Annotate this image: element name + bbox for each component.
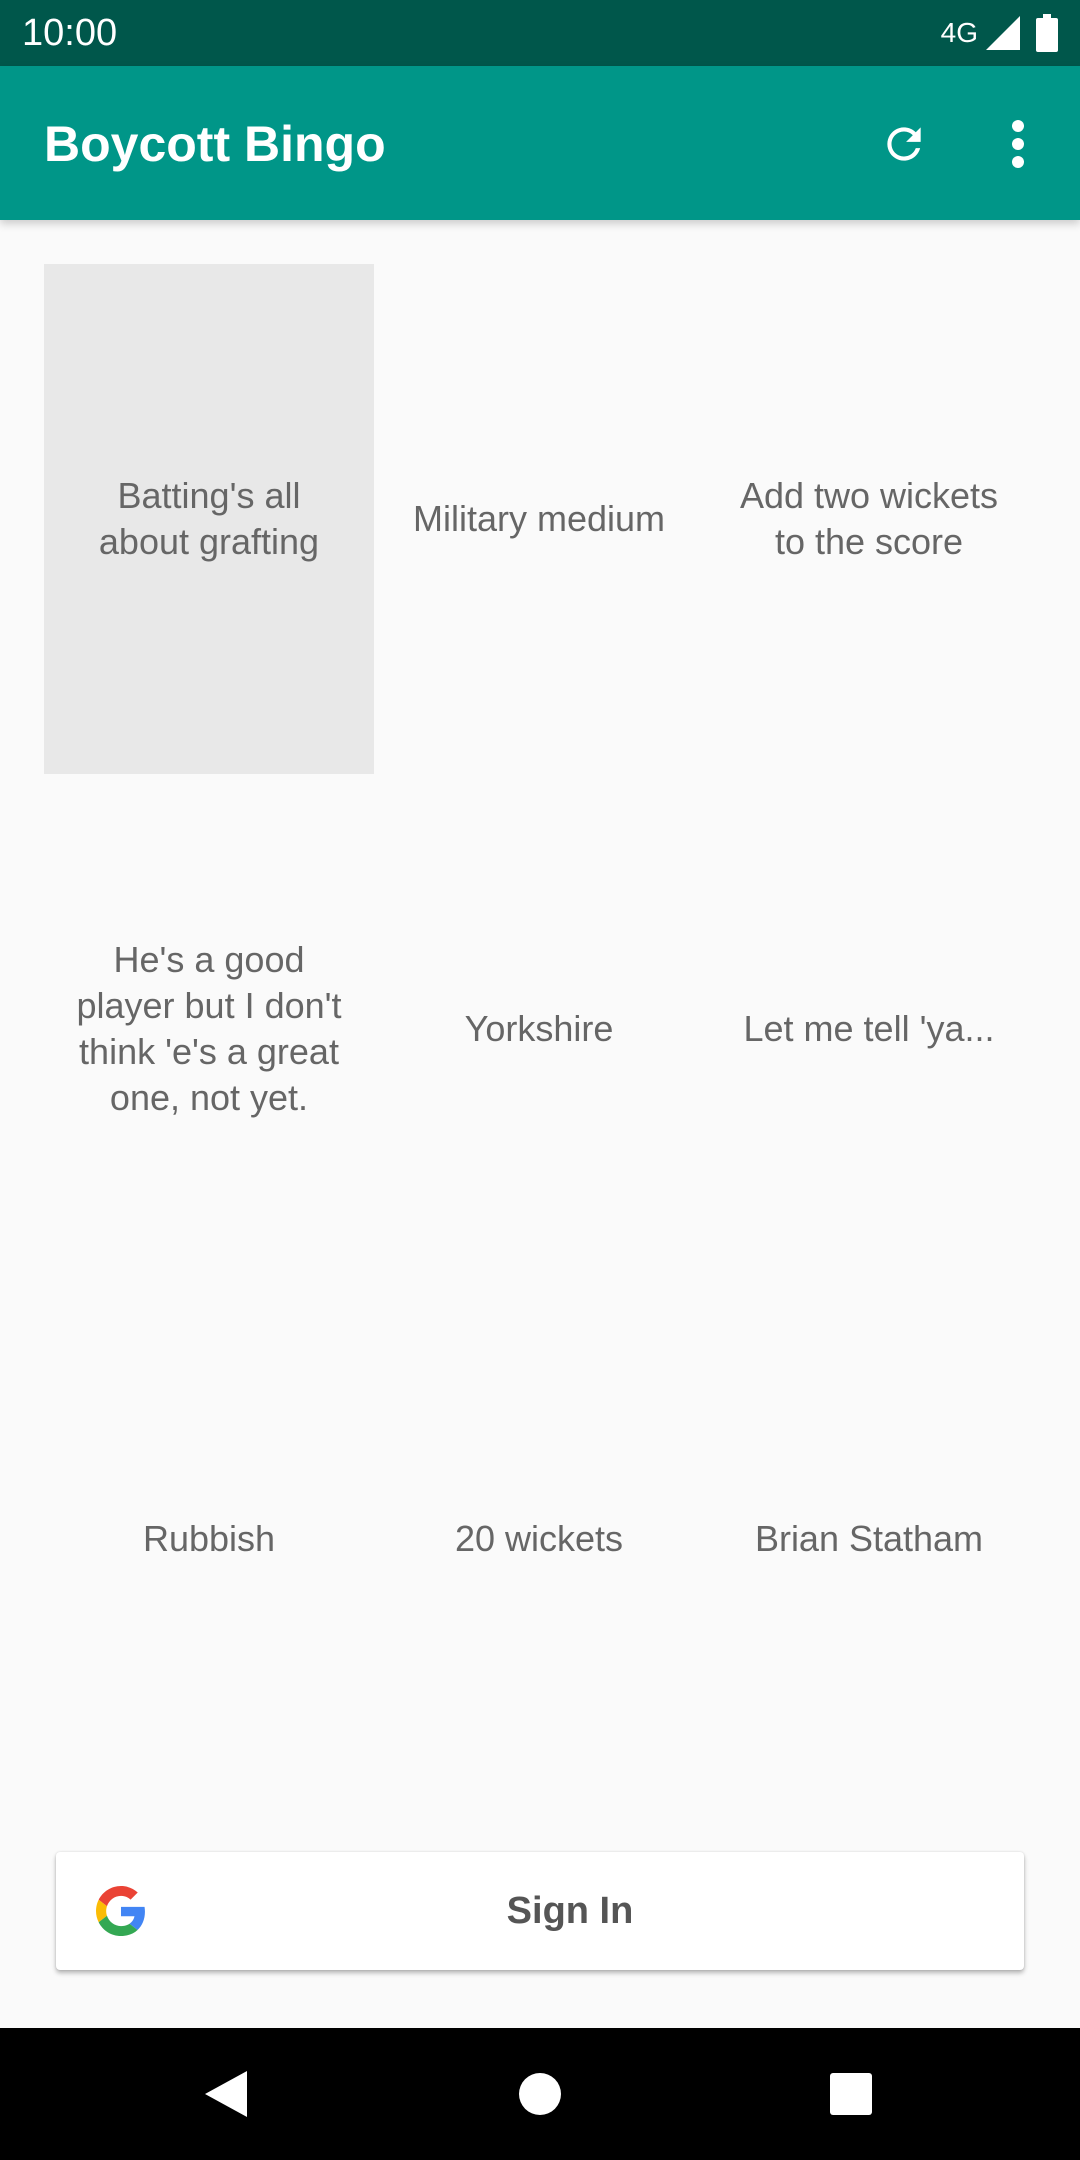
bingo-cell-label: 20 wickets [454,1518,624,1559]
app-bar: Boycott Bingo [0,66,1080,220]
bingo-cell[interactable]: Batting's all about grafting [44,264,374,774]
bingo-cell-label: Batting's all about grafting [98,475,320,562]
bingo-grid: Batting's all about grafting Military me… [44,264,1034,1794]
back-button[interactable] [190,2058,262,2130]
bingo-cell[interactable]: He's a good player but I don't think 'e'… [44,774,374,1284]
battery-icon [1036,14,1058,52]
bingo-cell[interactable]: Add two wickets to the score [704,264,1034,774]
more-vert-icon [1012,120,1024,168]
bingo-cell-label: Rubbish [142,1518,276,1559]
refresh-button[interactable] [866,106,942,182]
bingo-cell-label: Let me tell 'ya... [743,1008,995,1049]
bingo-cell-label: Add two wickets to the score [739,475,999,562]
back-icon [205,2071,247,2117]
status-bar: 10:00 4G [0,0,1080,66]
app-title: Boycott Bingo [44,116,386,172]
system-nav-bar [0,2028,1080,2160]
bingo-cell-label: Yorkshire [464,1008,614,1049]
home-button[interactable] [504,2058,576,2130]
bingo-cell[interactable]: Brian Statham [704,1284,1034,1794]
signal-icon [986,16,1020,50]
home-icon [519,2073,561,2115]
network-type-label: 4G [940,17,978,48]
sign-in-label: Sign In [506,1890,634,1932]
overflow-menu-button[interactable] [980,106,1056,182]
bingo-cell[interactable]: Yorkshire [374,774,704,1284]
recents-icon [830,2073,872,2115]
google-sign-in-button[interactable]: Sign In [56,1852,1024,1970]
bingo-cell[interactable]: Rubbish [44,1284,374,1794]
status-icons: 4G [941,12,1058,54]
bingo-cell[interactable]: Military medium [374,264,704,774]
bingo-cell[interactable]: Let me tell 'ya... [704,774,1034,1284]
status-time: 10:00 [22,12,118,54]
bingo-cell-label: Military medium [412,498,666,539]
refresh-icon [887,127,921,161]
bingo-cell-label: He's a good player but I don't think 'e'… [76,939,342,1118]
recents-button[interactable] [815,2058,887,2130]
bingo-cell-label: Brian Statham [754,1518,984,1559]
bingo-cell[interactable]: 20 wickets [374,1284,704,1794]
